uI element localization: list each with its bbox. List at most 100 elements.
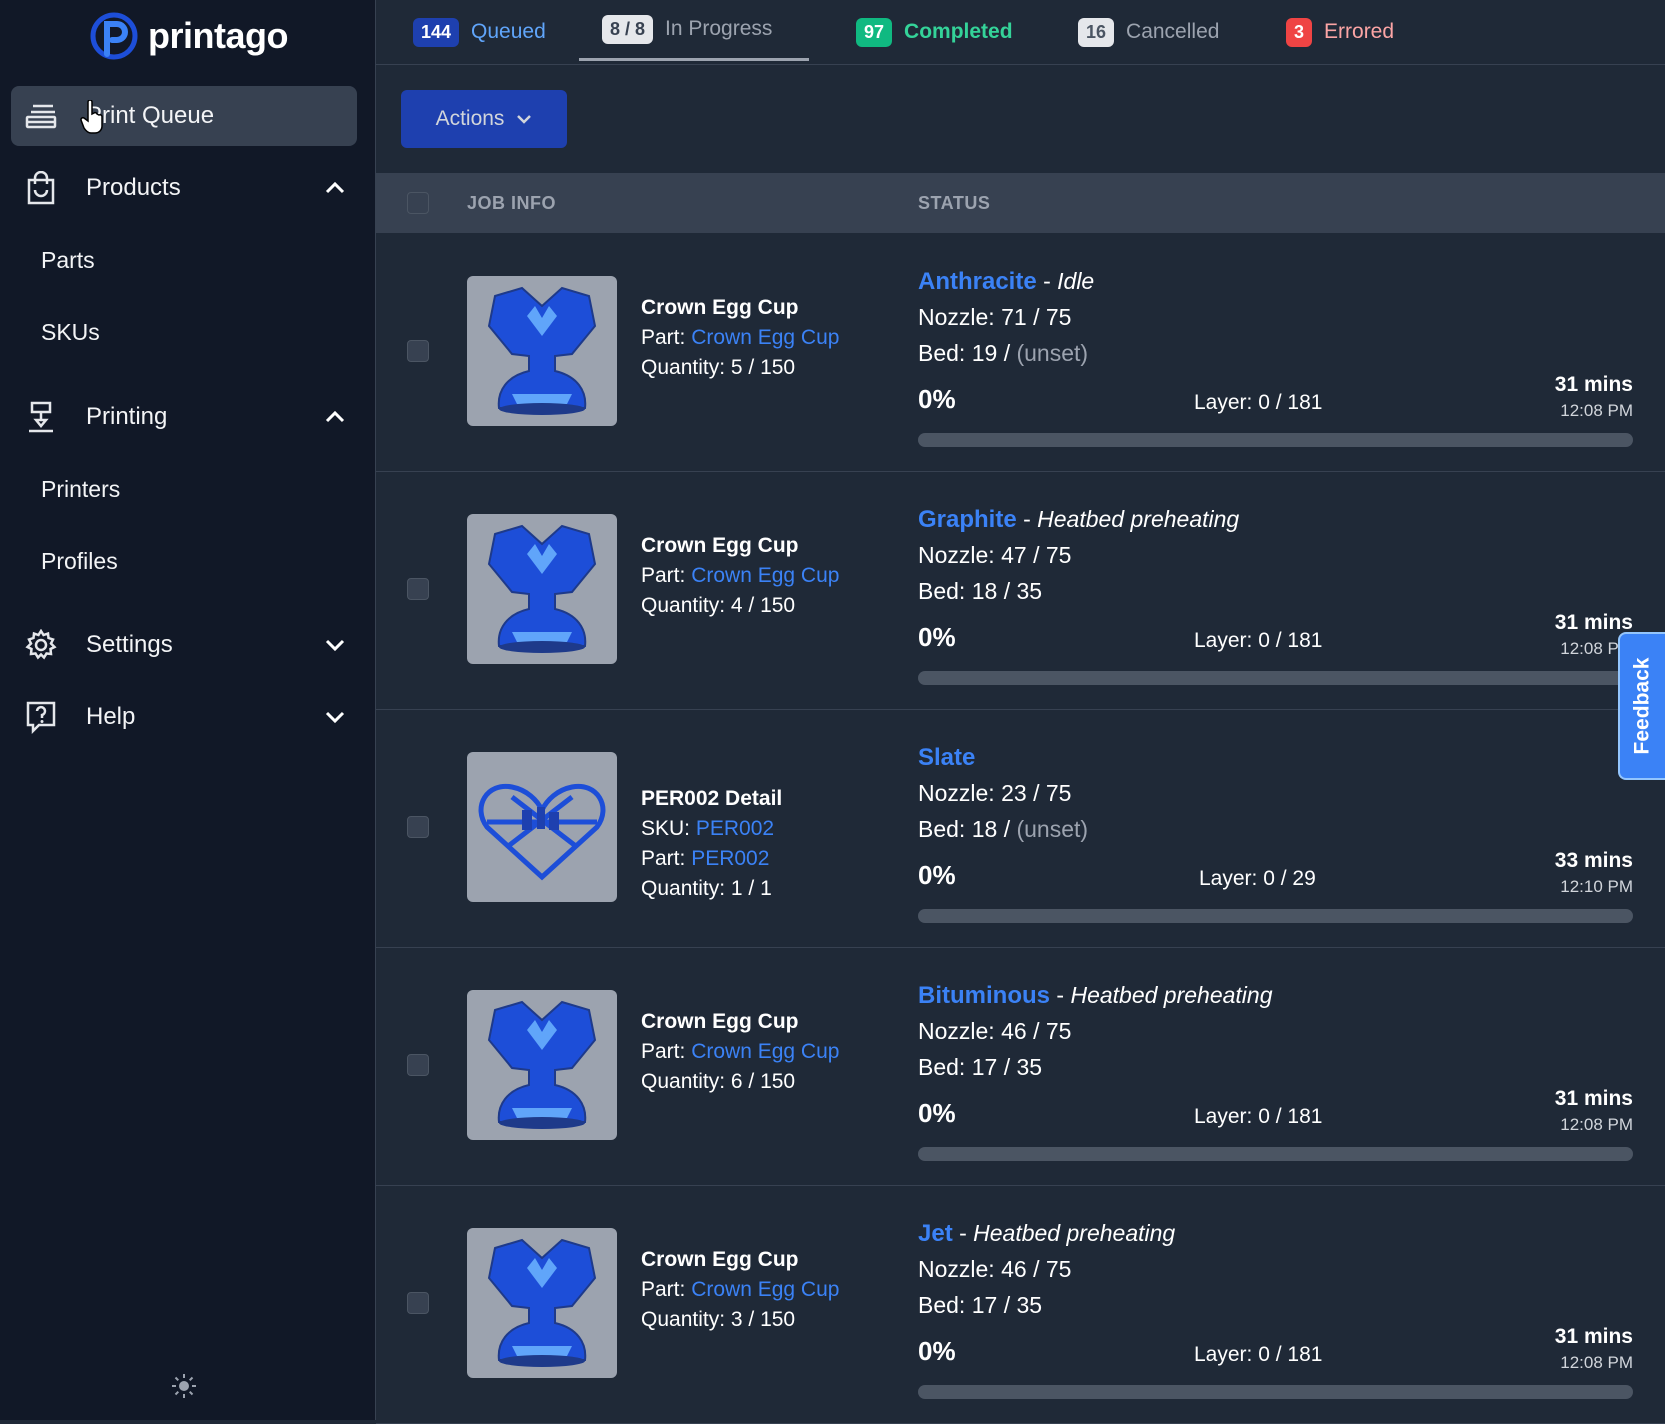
table-header: JOB INFO STATUS	[376, 173, 1665, 233]
row-checkbox[interactable]	[407, 1292, 429, 1314]
chevron-down-icon[interactable]	[323, 633, 347, 657]
time-remaining: 31 mins	[1554, 1325, 1633, 1348]
job-thumbnail[interactable]	[467, 752, 617, 902]
job-thumbnail[interactable]	[467, 276, 617, 426]
printer-line: Bituminous - Heatbed preheating	[918, 977, 1273, 1014]
chevron-down-icon[interactable]	[323, 705, 347, 729]
actions-button[interactable]: Actions	[401, 90, 567, 148]
hand-cursor-icon	[80, 100, 103, 134]
nozzle-value: 71 / 75	[1001, 304, 1072, 330]
bed-temp: Bed: 17 / 35	[918, 1049, 1042, 1085]
printer-link[interactable]: Jet	[918, 1220, 953, 1247]
layer-label: Layer:	[1194, 391, 1259, 414]
chevron-up-icon[interactable]	[323, 405, 347, 429]
tab-in-progress[interactable]: 8 / 8 In Progress	[579, 0, 809, 61]
bed-temp: Bed: 19 / (unset)	[918, 335, 1088, 371]
tab-queued[interactable]: 144 Queued	[413, 0, 546, 64]
printer-link[interactable]: Graphite	[918, 506, 1017, 533]
quantity-label: Quantity:	[641, 594, 731, 617]
row-checkbox[interactable]	[407, 1054, 429, 1076]
job-quantity-line: Quantity: 6 / 150	[641, 1067, 839, 1097]
sidebar-item-help[interactable]: Help	[11, 687, 357, 747]
chevron-up-icon[interactable]	[323, 176, 347, 200]
nozzle-label: Nozzle:	[918, 542, 1002, 568]
state-separator: -	[952, 1220, 974, 1246]
sidebar-item-skus[interactable]: SKUs	[41, 319, 100, 346]
actions-label: Actions	[435, 107, 505, 130]
logo[interactable]: printago	[90, 10, 288, 62]
row-checkbox[interactable]	[407, 340, 429, 362]
job-quantity-line: Quantity: 1 / 1	[641, 874, 782, 904]
select-all-checkbox[interactable]	[407, 192, 429, 214]
quantity-value: 5 / 150	[730, 356, 796, 379]
sidebar-item-profiles[interactable]: Profiles	[41, 548, 118, 575]
job-info: PER002 Detail SKU: PER002 Part: PER002 Qu…	[641, 784, 782, 904]
job-status: Anthracite - Idle Nozzle: 71 / 75 Bed: 1…	[918, 263, 1633, 453]
table-row: Crown Egg Cup Part: Crown Egg Cup Quanti…	[376, 947, 1665, 1186]
printer-line: Slate	[918, 739, 975, 776]
feedback-label: Feedback	[1630, 657, 1654, 755]
sidebar-item-print-queue[interactable]: Print Queue	[11, 86, 357, 146]
part-link[interactable]: PER002	[691, 847, 769, 870]
tab-completed[interactable]: 97 Completed	[856, 0, 1013, 64]
feedback-button[interactable]: Feedback	[1618, 632, 1665, 780]
eta-time: 12:08 PM	[1560, 401, 1633, 420]
part-link[interactable]: Crown Egg Cup	[691, 1278, 839, 1301]
printer-state: Heatbed preheating	[973, 1220, 1176, 1246]
job-thumbnail[interactable]	[467, 1228, 617, 1378]
eta-time: 12:08 PM	[1560, 1115, 1633, 1134]
bed-value: 17 / 35	[971, 1292, 1043, 1318]
progress-percent: 0%	[918, 622, 956, 652]
nozzle-value: 46 / 75	[1001, 1018, 1072, 1044]
row-checkbox[interactable]	[407, 816, 429, 838]
layer-value: 0 / 29	[1263, 867, 1316, 890]
progress-bar	[918, 1147, 1633, 1161]
sidebar-item-printers[interactable]: Printers	[41, 476, 120, 503]
job-info: Crown Egg Cup Part: Crown Egg Cup Quanti…	[641, 531, 839, 621]
sidebar-item-parts[interactable]: Parts	[41, 247, 95, 274]
tab-cancelled[interactable]: 16 Cancelled	[1078, 0, 1219, 64]
nozzle-value: 23 / 75	[1001, 780, 1072, 806]
job-name: PER002 Detail	[641, 787, 783, 810]
bed-label: Bed:	[918, 1054, 972, 1080]
job-part-line: Part: Crown Egg Cup	[641, 561, 839, 591]
layer-value: 0 / 181	[1258, 629, 1323, 652]
tab-errored[interactable]: 3 Errored	[1286, 0, 1394, 64]
printer-link[interactable]: Slate	[918, 744, 975, 771]
tab-label: In Progress	[665, 17, 773, 40]
row-checkbox[interactable]	[407, 578, 429, 600]
part-link[interactable]: Crown Egg Cup	[691, 1040, 839, 1063]
job-thumbnail[interactable]	[467, 990, 617, 1140]
sun-icon[interactable]	[170, 1372, 198, 1400]
bed-target-unset: (unset)	[1016, 816, 1089, 842]
table-row: Crown Egg Cup Part: Crown Egg Cup Quanti…	[376, 471, 1665, 710]
tab-count-badge: 8 / 8	[602, 14, 654, 44]
job-thumbnail[interactable]	[467, 514, 617, 664]
table-row: Crown Egg Cup Part: Crown Egg Cup Quanti…	[376, 1185, 1665, 1424]
nozzle-temp: Nozzle: 46 / 75	[918, 1013, 1071, 1049]
sku-link[interactable]: PER002	[696, 817, 774, 840]
help-icon	[24, 700, 58, 734]
sku-label: SKU:	[641, 817, 696, 840]
layer-progress: Layer: 0 / 181	[1194, 1099, 1322, 1135]
part-link[interactable]: Crown Egg Cup	[691, 564, 839, 587]
layer-label: Layer:	[1199, 867, 1264, 890]
sidebar-item-settings[interactable]: Settings	[11, 615, 357, 675]
main-content: 144 Queued 8 / 8 In Progress 97 Complete…	[376, 0, 1665, 1424]
sidebar-item-products[interactable]: Products	[11, 158, 357, 218]
tab-label: Errored	[1324, 20, 1395, 43]
table-row: PER002 Detail SKU: PER002 Part: PER002 Qu…	[376, 709, 1665, 948]
layer-value: 0 / 181	[1258, 1343, 1323, 1366]
part-link[interactable]: Crown Egg Cup	[691, 326, 839, 349]
printer-link[interactable]: Bituminous	[918, 982, 1050, 1009]
layer-label: Layer:	[1194, 1343, 1259, 1366]
printer-link[interactable]: Anthracite	[918, 268, 1037, 295]
status-tabs: 144 Queued 8 / 8 In Progress 97 Complete…	[376, 0, 1665, 65]
sidebar-item-printing[interactable]: Printing	[11, 387, 357, 447]
part-label: Part:	[641, 564, 692, 587]
job-quantity-line: Quantity: 4 / 150	[641, 591, 839, 621]
nozzle-value: 47 / 75	[1001, 542, 1072, 568]
sidebar-item-label: Printing	[86, 403, 168, 430]
job-status: Bituminous - Heatbed preheating Nozzle: …	[918, 977, 1633, 1167]
sidebar-item-label: Print Queue	[86, 102, 215, 129]
